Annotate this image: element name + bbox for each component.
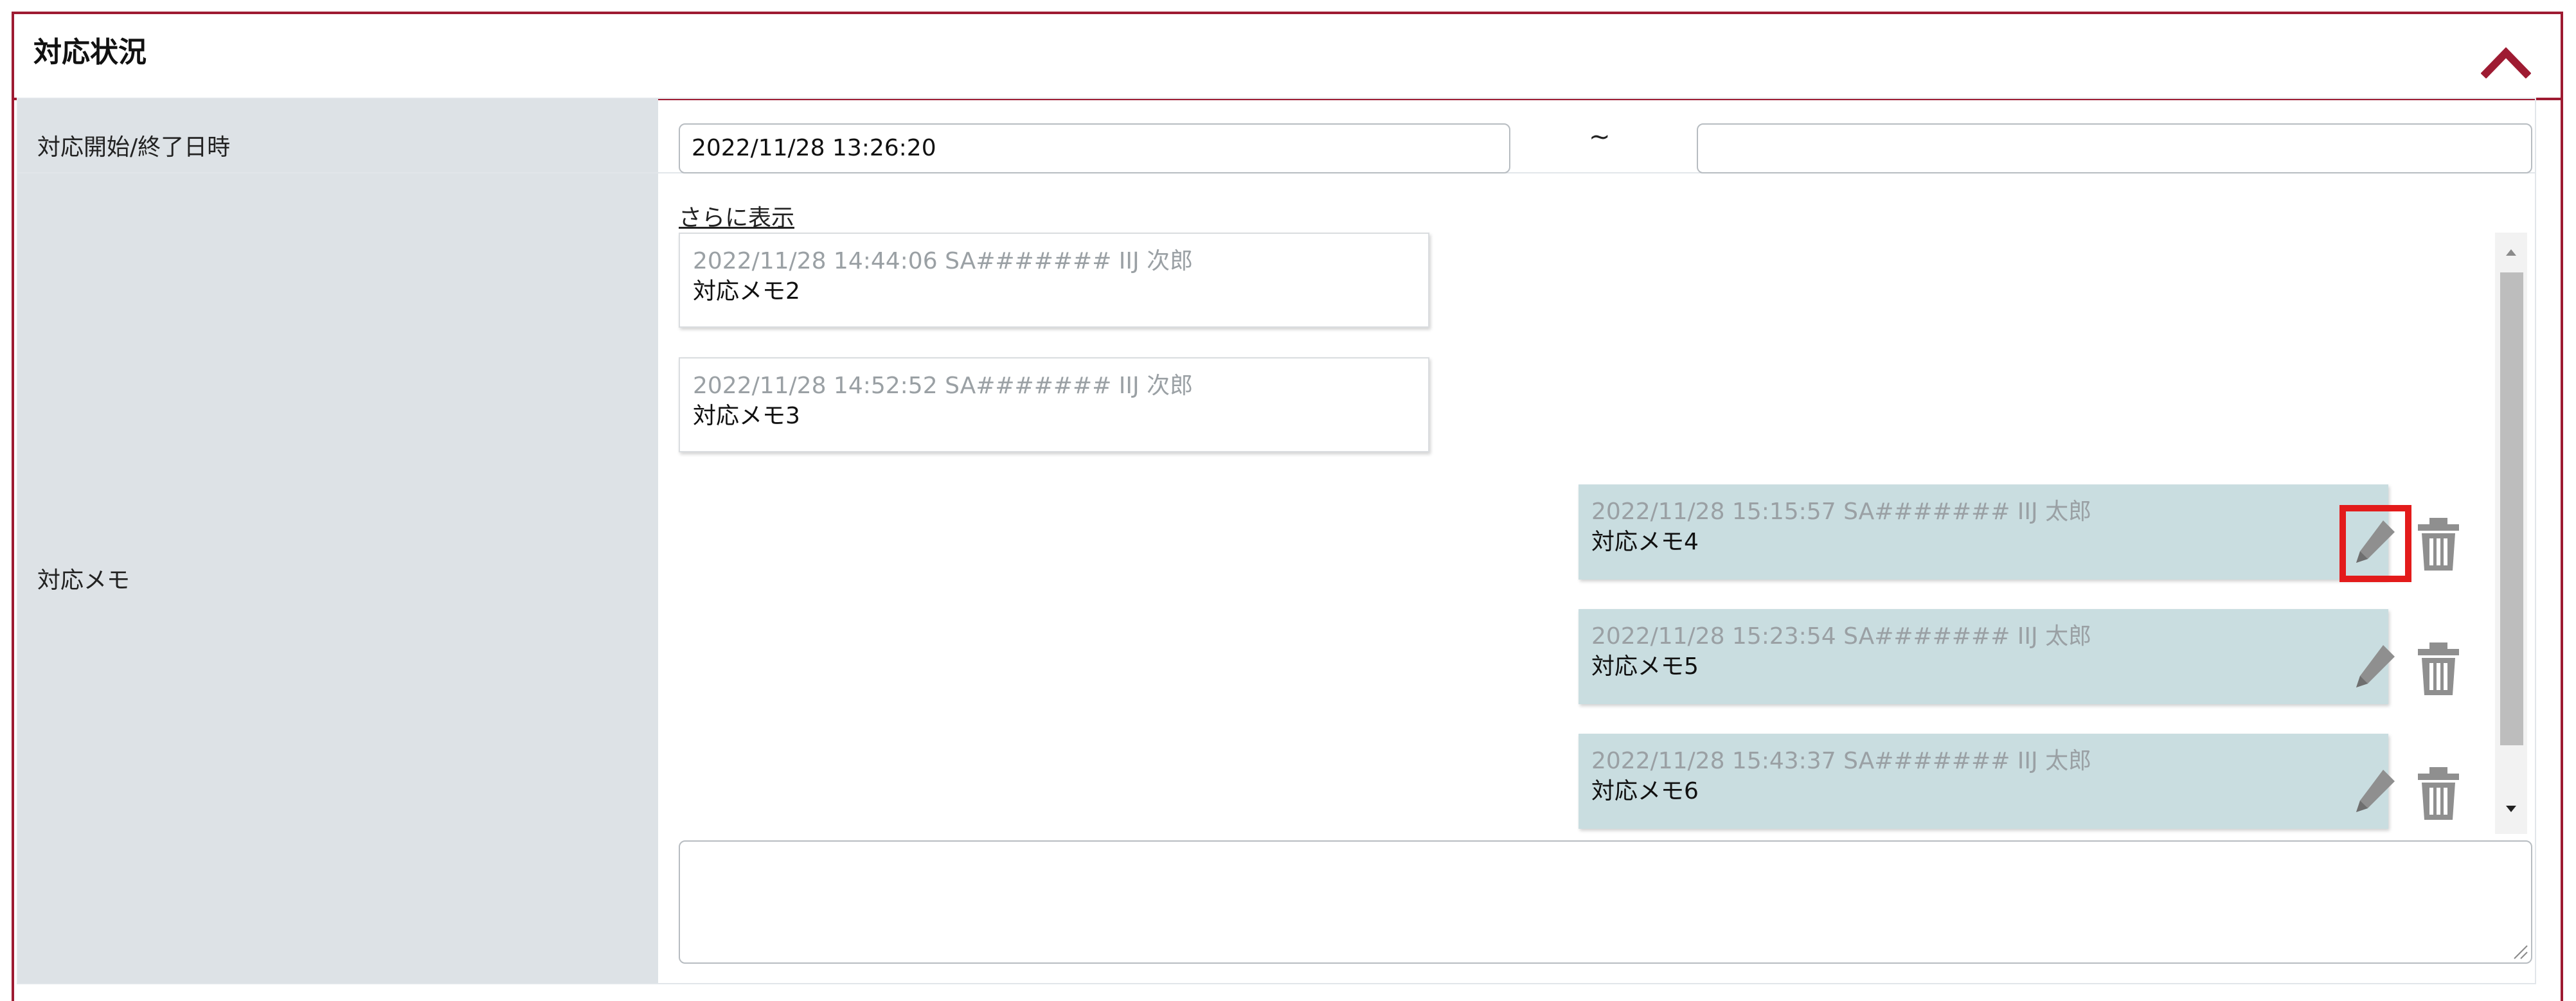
triangle-up-icon [2506, 249, 2516, 256]
scroll-up-arrow[interactable] [2495, 239, 2527, 265]
memo-text: 対応メモ3 [693, 402, 800, 429]
delete-button[interactable] [2413, 515, 2464, 573]
memo-input[interactable] [679, 840, 2532, 964]
pencil-icon [2356, 770, 2395, 812]
memo-item: 2022/11/28 14:44:06 SA####### IIJ 次郎 対応メ… [679, 233, 1429, 328]
range-separator: ~ [1589, 122, 1611, 152]
label-column [18, 99, 658, 983]
chevron-up-icon [2480, 47, 2532, 79]
delete-button[interactable] [2413, 640, 2464, 698]
edit-button[interactable] [2350, 640, 2401, 698]
panel-title: 対応状況 [33, 36, 147, 69]
show-more-link[interactable]: さらに表示 [679, 199, 794, 233]
scroll-thumb[interactable] [2500, 272, 2523, 745]
pencil-icon [2356, 520, 2395, 563]
trash-icon [2418, 518, 2459, 571]
start-datetime-input[interactable]: 2022/11/28 13:26:20 [679, 123, 1510, 173]
memo-meta: 2022/11/28 14:44:06 SA####### IIJ 次郎 [693, 248, 1194, 274]
trash-icon [2418, 642, 2459, 695]
resize-handle-icon [2514, 945, 2528, 959]
memo-meta: 2022/11/28 15:23:54 SA####### IIJ 太郎 [1591, 623, 2092, 650]
memo-meta: 2022/11/28 14:52:52 SA####### IIJ 次郎 [693, 373, 1194, 399]
memo-item: 2022/11/28 15:43:37 SA####### IIJ 太郎 対応メ… [1579, 734, 2388, 829]
period-label: 対応開始/終了日時 [37, 134, 231, 161]
memo-item: 2022/11/28 14:52:52 SA####### IIJ 次郎 対応メ… [679, 357, 1429, 452]
edit-button[interactable] [2350, 765, 2401, 822]
memo-item: 2022/11/28 15:23:54 SA####### IIJ 太郎 対応メ… [1579, 609, 2388, 704]
memo-scrollbar[interactable] [2495, 233, 2527, 834]
memo-text: 対応メモ2 [693, 278, 800, 305]
collapse-button[interactable] [2480, 45, 2532, 79]
memo-text: 対応メモ6 [1591, 777, 1699, 804]
scroll-down-arrow[interactable] [2495, 797, 2527, 822]
memo-label: 対応メモ [37, 567, 130, 594]
memo-meta: 2022/11/28 15:43:37 SA####### IIJ 太郎 [1591, 748, 2092, 774]
memo-text: 対応メモ4 [1591, 528, 1699, 555]
trash-icon [2418, 767, 2459, 820]
panel-header: 対応状況 [14, 14, 2561, 100]
triangle-down-icon [2506, 806, 2516, 812]
memo-text: 対応メモ5 [1591, 653, 1699, 680]
memo-meta: 2022/11/28 15:15:57 SA####### IIJ 太郎 [1591, 499, 2092, 525]
edit-button[interactable] [2350, 515, 2401, 573]
pencil-icon [2356, 645, 2395, 687]
memo-item: 2022/11/28 15:15:57 SA####### IIJ 太郎 対応メ… [1579, 484, 2388, 580]
memo-list[interactable]: 2022/11/28 14:44:06 SA####### IIJ 次郎 対応メ… [679, 233, 2532, 834]
end-datetime-input[interactable] [1697, 123, 2532, 173]
delete-button[interactable] [2413, 765, 2464, 822]
